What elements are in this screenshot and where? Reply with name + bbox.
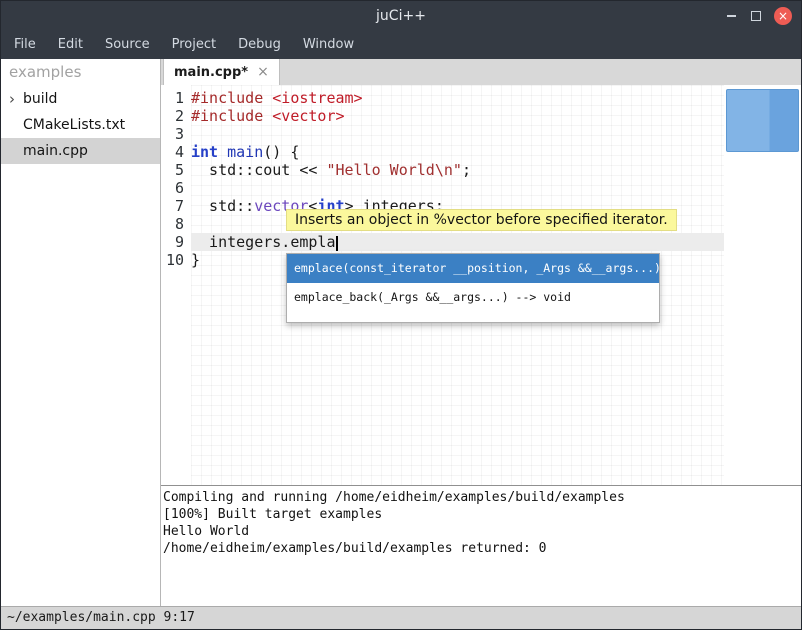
- code-editor[interactable]: 12345678910 #include <iostream>#include …: [161, 85, 801, 485]
- sidebar-item-build[interactable]: › build: [1, 86, 160, 112]
- code-line[interactable]: [191, 125, 724, 143]
- main-area: examples › build CMakeLists.txt main.cpp ma…: [1, 59, 801, 606]
- sidebar-item-main-cpp[interactable]: main.cpp: [1, 138, 160, 164]
- autocomplete-item[interactable]: emplace(const_iterator __position, _Args…: [287, 254, 659, 283]
- terminal-line: Hello World: [163, 523, 801, 540]
- code-line[interactable]: #include <iostream>: [191, 89, 724, 107]
- file-tree: › build CMakeLists.txt main.cpp: [1, 86, 160, 164]
- tab-close-icon[interactable]: ×: [257, 64, 269, 80]
- text-cursor: [336, 236, 338, 251]
- code-line[interactable]: integers.empla: [191, 233, 724, 251]
- code-token: [218, 143, 227, 161]
- chevron-right-icon[interactable]: ›: [9, 86, 15, 112]
- minimap[interactable]: [724, 85, 801, 485]
- code-line[interactable]: std::cout << "Hello World\n";: [191, 161, 724, 179]
- terminal-line: Compiling and running /home/eidheim/exam…: [163, 489, 801, 506]
- window-controls: ×: [724, 1, 792, 31]
- line-number: 7: [161, 197, 184, 215]
- window-title: juCi++: [376, 8, 426, 24]
- maximize-button[interactable]: [749, 9, 763, 23]
- minimize-button[interactable]: [724, 9, 738, 23]
- line-number: 2: [161, 107, 184, 125]
- code-token: () {: [263, 143, 299, 161]
- menu-project[interactable]: Project: [161, 31, 227, 59]
- code-token: #include: [191, 107, 272, 125]
- minimap-slider[interactable]: [726, 89, 799, 152]
- doc-tooltip: Inserts an object in %vector before spec…: [286, 209, 677, 231]
- menu-bar: FileEditSourceProjectDebugWindow: [1, 31, 801, 59]
- app-window: juCi++ × FileEditSourceProjectDebugWindo…: [0, 0, 802, 630]
- line-number: 1: [161, 89, 184, 107]
- code-token: int: [191, 143, 218, 161]
- code-token: ;: [462, 161, 471, 179]
- status-file-position: ~/examples/main.cpp 9:17: [7, 610, 195, 625]
- code-token: <vector>: [272, 107, 344, 125]
- terminal-line: [100%] Built target examples: [163, 506, 801, 523]
- line-number: 10: [161, 251, 184, 269]
- editor-pane: main.cpp* × 12345678910 #include <iostre…: [161, 59, 801, 606]
- line-numbers: 12345678910: [161, 85, 191, 485]
- menu-file[interactable]: File: [3, 31, 47, 59]
- code-token: }: [191, 251, 200, 269]
- code-line[interactable]: #include <vector>: [191, 107, 724, 125]
- line-number: 6: [161, 179, 184, 197]
- sidebar-item-cmakelists-txt[interactable]: CMakeLists.txt: [1, 112, 160, 138]
- line-number: 8: [161, 215, 184, 233]
- code-token: std::: [191, 197, 254, 215]
- tab-label: main.cpp*: [174, 65, 248, 80]
- code-token: std::cout <<: [191, 161, 326, 179]
- sidebar-item-label: main.cpp: [23, 143, 88, 159]
- code-token: main: [227, 143, 263, 161]
- terminal-line: /home/eidheim/examples/build/examples re…: [163, 540, 801, 557]
- file-sidebar: examples › build CMakeLists.txt main.cpp: [1, 59, 161, 606]
- menu-debug[interactable]: Debug: [227, 31, 292, 59]
- sidebar-item-label: CMakeLists.txt: [23, 117, 125, 133]
- line-number: 9: [161, 233, 184, 251]
- project-name-header: examples: [1, 59, 160, 86]
- title-bar[interactable]: juCi++ ×: [1, 1, 801, 31]
- code-line[interactable]: [191, 179, 724, 197]
- code-token: integers.empla: [191, 233, 336, 251]
- code-token: "Hello World\n": [326, 161, 461, 179]
- close-icon: ×: [778, 10, 788, 22]
- code-token: #include: [191, 89, 272, 107]
- menu-edit[interactable]: Edit: [47, 31, 94, 59]
- line-number: 3: [161, 125, 184, 143]
- line-number: 5: [161, 161, 184, 179]
- line-number: 4: [161, 143, 184, 161]
- code-token: <iostream>: [272, 89, 362, 107]
- sidebar-item-label: build: [23, 91, 57, 107]
- tab-bar: main.cpp* ×: [161, 59, 801, 85]
- tab-main-cpp[interactable]: main.cpp* ×: [163, 59, 280, 85]
- close-button[interactable]: ×: [774, 7, 792, 25]
- autocomplete-item[interactable]: emplace_back(_Args &&__args...) --> void: [287, 283, 659, 312]
- code-line[interactable]: int main() {: [191, 143, 724, 161]
- status-bar: ~/examples/main.cpp 9:17: [1, 606, 801, 629]
- menu-source[interactable]: Source: [94, 31, 161, 59]
- autocomplete-popup: emplace(const_iterator __position, _Args…: [286, 253, 660, 323]
- build-output-panel[interactable]: Compiling and running /home/eidheim/exam…: [161, 485, 801, 606]
- menu-window[interactable]: Window: [292, 31, 365, 59]
